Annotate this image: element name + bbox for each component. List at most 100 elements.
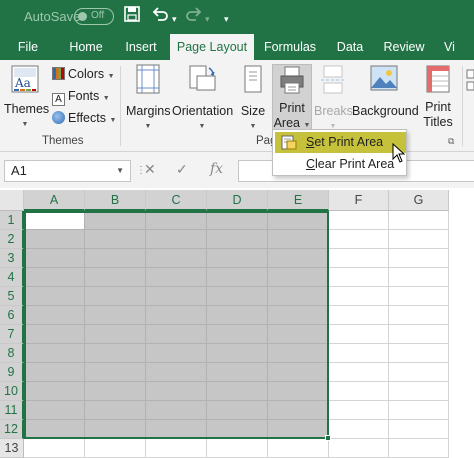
worksheet-grid[interactable]: A B C D E F G 1 2 3 4 5 6 7 8 9 10 11 12 13 (0, 190, 474, 458)
row-header-13[interactable]: 13 (0, 439, 24, 458)
print-area-icon (280, 66, 304, 94)
set-print-area-item[interactable]: Set Print Area (275, 132, 406, 153)
insert-function-icon[interactable]: fx (210, 161, 223, 177)
fonts-button[interactable]: A Fonts ▼ (52, 89, 110, 106)
column-header-a[interactable]: A (24, 190, 85, 211)
row-header-9[interactable]: 9 (0, 363, 24, 382)
print-titles-button[interactable]: Print Titles (418, 64, 458, 130)
customize-qat-icon[interactable]: ▾ (224, 9, 229, 29)
cell-f3[interactable] (329, 249, 389, 268)
autosave-state: Off (91, 10, 105, 21)
cell-f8[interactable] (329, 344, 389, 363)
undo-icon[interactable] (152, 6, 168, 28)
orientation-button[interactable]: Orientation ▼ (172, 64, 234, 134)
cell-f9[interactable] (329, 363, 389, 382)
row-header-6[interactable]: 6 (0, 306, 24, 325)
fill-handle[interactable] (325, 435, 331, 441)
select-all-corner[interactable] (0, 190, 24, 211)
autosave-toggle[interactable]: Off (74, 8, 114, 25)
themes-button[interactable]: Aa Themes ▼ (4, 64, 50, 132)
tab-home[interactable]: Home (64, 34, 108, 60)
group-separator-right (462, 66, 463, 146)
column-header-b[interactable]: B (85, 190, 146, 211)
cell-g9[interactable] (389, 363, 449, 382)
cell-e13[interactable] (268, 439, 329, 458)
undo-dropdown-icon[interactable]: ▾ (172, 9, 177, 29)
cell-f6[interactable] (329, 306, 389, 325)
set-print-area-icon (281, 135, 297, 150)
margins-button[interactable]: Margins ▼ (126, 64, 170, 134)
column-header-c[interactable]: C (146, 190, 207, 211)
row-header-10[interactable]: 10 (0, 382, 24, 401)
effects-icon (52, 111, 65, 124)
themes-label: Themes (4, 102, 50, 116)
tab-data[interactable]: Data (332, 34, 368, 60)
name-box-dropdown-icon[interactable]: ▼ (116, 161, 124, 181)
cell-f7[interactable] (329, 325, 389, 344)
cell-b13[interactable] (85, 439, 146, 458)
column-header-g[interactable]: G (389, 190, 449, 211)
print-titles-label-line1: Print (425, 100, 451, 114)
size-button[interactable]: Size ▼ (238, 64, 268, 134)
row-header-3[interactable]: 3 (0, 249, 24, 268)
tab-file[interactable]: File (12, 34, 44, 60)
column-header-d[interactable]: D (207, 190, 268, 211)
colors-button[interactable]: Colors ▼ (52, 67, 115, 81)
row-header-7[interactable]: 7 (0, 325, 24, 344)
cell-d13[interactable] (207, 439, 268, 458)
cell-g11[interactable] (389, 401, 449, 420)
cell-g13[interactable] (389, 439, 449, 458)
row-header-2[interactable]: 2 (0, 230, 24, 249)
redo-icon[interactable] (186, 6, 202, 28)
tab-page-layout[interactable]: Page Layout (170, 34, 254, 60)
selection-outline (24, 211, 329, 439)
scale-to-fit-icon[interactable] (466, 68, 474, 98)
print-area-button[interactable]: Print Area ▼ (272, 64, 312, 130)
clear-print-area-item[interactable]: Clear Print Area (275, 154, 406, 175)
cell-f10[interactable] (329, 382, 389, 401)
cell-g8[interactable] (389, 344, 449, 363)
tab-review[interactable]: Review (380, 34, 428, 60)
cell-f11[interactable] (329, 401, 389, 420)
cell-g1[interactable] (389, 211, 449, 230)
cell-f4[interactable] (329, 268, 389, 287)
background-button[interactable]: Background (352, 64, 419, 119)
cell-f2[interactable] (329, 230, 389, 249)
tab-formulas[interactable]: Formulas (260, 34, 320, 60)
save-icon[interactable] (124, 6, 140, 28)
name-box[interactable]: A1 ▼ (4, 160, 131, 182)
cell-a13[interactable] (24, 439, 85, 458)
cell-g4[interactable] (389, 268, 449, 287)
cell-f1[interactable] (329, 211, 389, 230)
cell-c13[interactable] (146, 439, 207, 458)
breaks-button[interactable]: Breaks ▼ (314, 64, 353, 134)
cell-g12[interactable] (389, 420, 449, 439)
row-header-11[interactable]: 11 (0, 401, 24, 420)
orientation-label: Orientation (172, 104, 234, 118)
tab-insert[interactable]: Insert (118, 34, 164, 60)
row-header-8[interactable]: 8 (0, 344, 24, 363)
cell-g10[interactable] (389, 382, 449, 401)
colors-icon (52, 67, 65, 80)
cell-g6[interactable] (389, 306, 449, 325)
cell-f13[interactable] (329, 439, 389, 458)
cell-g7[interactable] (389, 325, 449, 344)
redo-dropdown-icon[interactable]: ▾ (205, 9, 210, 29)
print-area-label-line2-text: Area (273, 116, 300, 130)
dialog-launcher-icon[interactable]: ⧉ (448, 136, 454, 147)
row-header-1[interactable]: 1 (0, 211, 24, 230)
row-header-5[interactable]: 5 (0, 287, 24, 306)
row-header-4[interactable]: 4 (0, 268, 24, 287)
cell-g3[interactable] (389, 249, 449, 268)
column-header-e[interactable]: E (268, 190, 329, 211)
effects-button[interactable]: Effects ▼ (52, 111, 116, 125)
enter-icon[interactable]: ✓ (176, 161, 188, 178)
row-header-12[interactable]: 12 (0, 420, 24, 439)
tab-view[interactable]: Vi (444, 34, 474, 60)
column-header-f[interactable]: F (329, 190, 389, 211)
cell-f12[interactable] (329, 420, 389, 439)
cell-g2[interactable] (389, 230, 449, 249)
cell-f5[interactable] (329, 287, 389, 306)
cancel-icon[interactable]: ✕ (144, 161, 156, 178)
cell-g5[interactable] (389, 287, 449, 306)
